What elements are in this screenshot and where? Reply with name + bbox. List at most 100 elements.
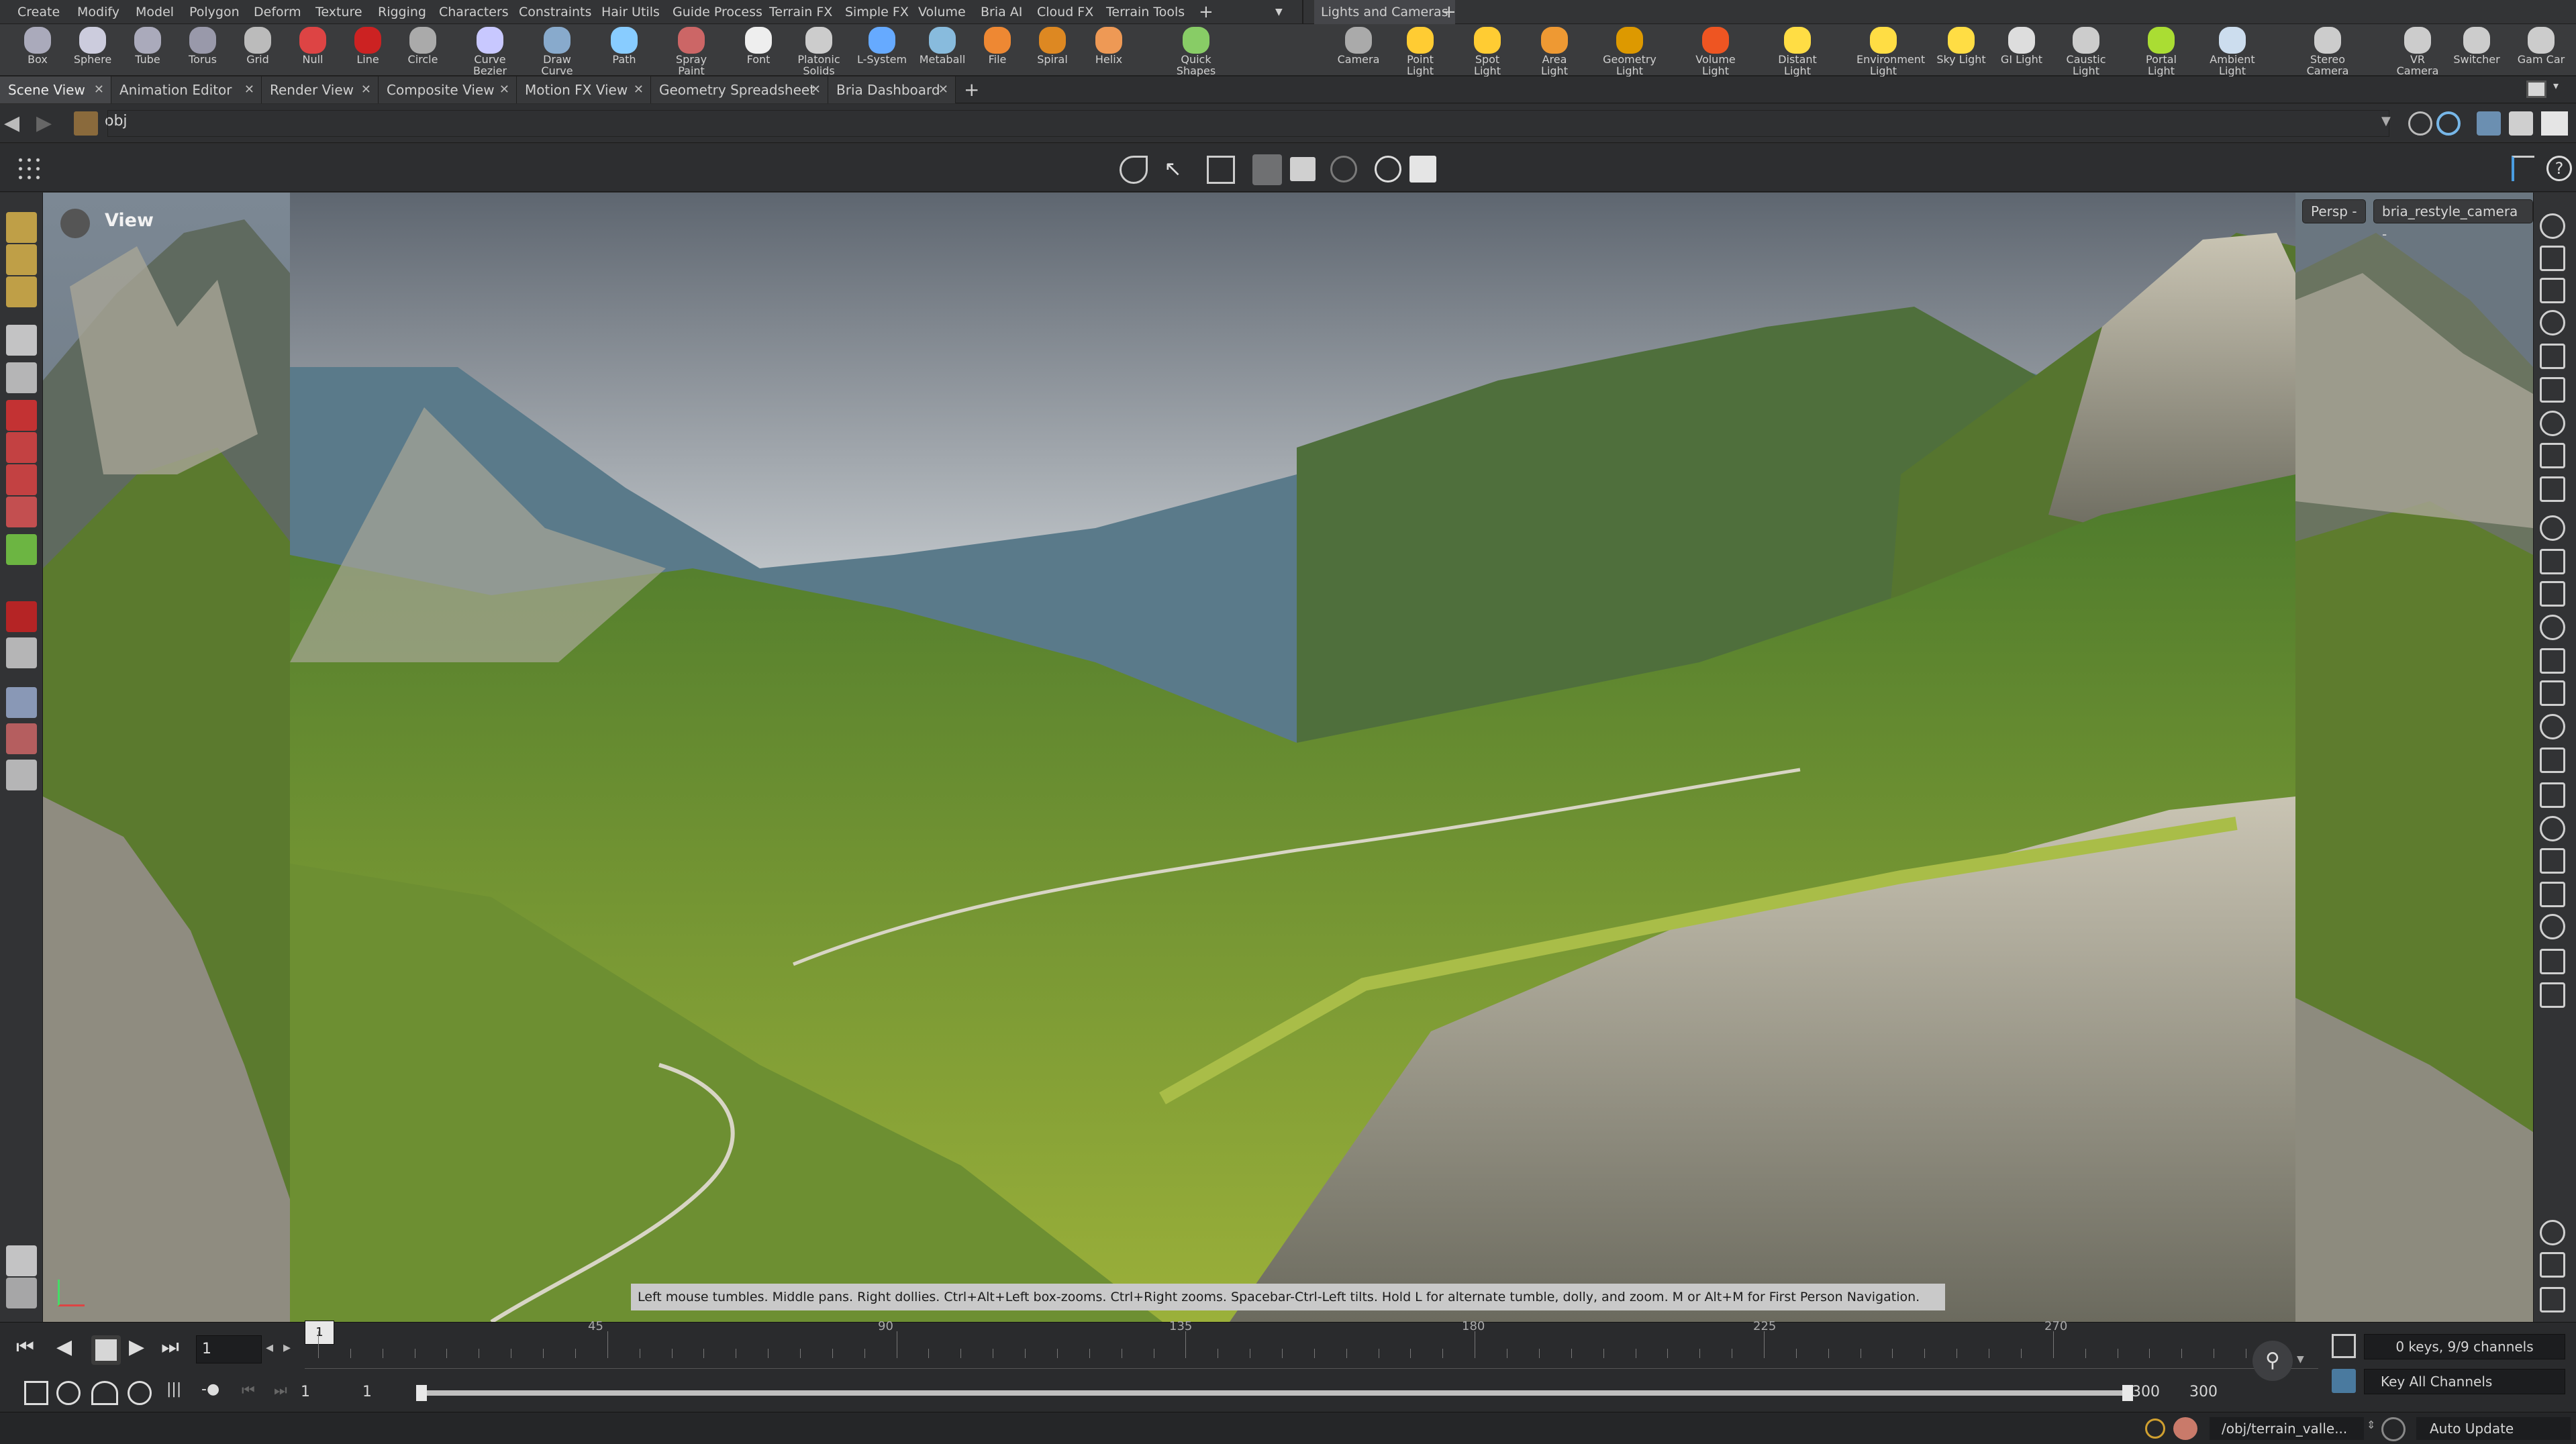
shelf-tool-camera[interactable]: Camera [1332,24,1385,76]
shelf-tool-portal-light[interactable]: Portal Light [2134,24,2188,76]
frame-icon[interactable] [1207,156,1235,184]
shelf-tool-helix[interactable]: Helix [1082,24,1136,76]
menu-terrain-tools[interactable]: Terrain Tools [1106,0,1185,24]
display-options-menu-icon[interactable] [2512,156,2534,181]
render-icon[interactable] [2540,344,2565,369]
shelf-tool-l-system[interactable]: L-System [855,24,909,76]
shelf-tool-spray-paint[interactable]: Spray Paint [664,24,718,76]
shelf-tool-volume-light[interactable]: Volume Light [1689,24,1742,76]
shelf-tool-spot-light[interactable]: Spot Light [1460,24,1514,76]
range-slider-start-handle[interactable] [416,1385,427,1401]
link-icon[interactable] [2436,111,2461,136]
move-tool-icon[interactable] [6,400,37,431]
map-display-icon[interactable] [2540,848,2565,874]
range-end-field[interactable]: 300 [2132,1378,2179,1406]
menu-rigging[interactable]: Rigging [378,0,426,24]
close-icon[interactable]: ✕ [94,76,104,103]
grid-display-icon[interactable] [2540,443,2565,468]
view-menu-icon[interactable] [60,209,90,238]
shelf-tool-quick-shapes[interactable]: Quick Shapes [1169,24,1223,76]
close-icon[interactable]: ✕ [634,76,644,103]
handle-tool-icon[interactable] [6,212,37,243]
step-forward-icon[interactable]: ▸ [283,1339,291,1356]
key-all-icon[interactable] [2332,1369,2356,1393]
shelf-tool-gam-car[interactable]: Gam Car [2514,24,2568,76]
fill-display-icon[interactable] [2540,648,2565,674]
menu-simple-fx[interactable]: Simple FX [845,0,909,24]
persp-menu[interactable]: Persp - [2302,199,2366,223]
background-display-icon[interactable] [2540,949,2565,974]
persp-tool-icon[interactable] [6,760,37,790]
add-shelf-tab-icon[interactable]: + [1199,0,1213,24]
camera-settings-icon[interactable] [1375,156,1401,183]
checker-icon[interactable] [2540,782,2565,808]
menu-bria-ai[interactable]: Bria AI [981,0,1022,24]
rotate-tool-icon[interactable] [6,432,37,463]
shelf-tool-path[interactable]: Path [597,24,651,76]
audio-icon[interactable] [56,1381,81,1405]
step-back-icon[interactable]: ◂ [266,1339,273,1356]
close-icon[interactable]: ✕ [361,76,371,103]
step-icon[interactable]: ||| [166,1381,193,1405]
shelf-tool-font[interactable]: Font [732,24,785,76]
path-stepper-icon[interactable]: ⇕ [2367,1419,2375,1431]
close-icon[interactable]: ✕ [244,76,254,103]
brain-icon[interactable] [2173,1417,2197,1440]
texture-display-icon[interactable] [2540,816,2565,841]
light-icon[interactable] [2540,377,2565,403]
record-icon[interactable] [1330,156,1357,183]
shelf-tool-environment-light[interactable]: Environment Light [1856,24,1925,76]
range-slider[interactable] [419,1390,2126,1396]
keys-status[interactable]: 0 keys, 9/9 channels [2364,1334,2565,1359]
display-options-icon[interactable] [2509,111,2533,136]
playhead[interactable]: 1 [305,1321,334,1345]
back-arrow-icon[interactable]: ◀ [4,111,19,135]
key-dropdown-icon[interactable]: ▼ [2297,1354,2304,1365]
go-to-end-icon[interactable]: ⏭ [161,1335,191,1365]
shelf-tool-geometry-light[interactable]: Geometry Light [1603,24,1656,76]
tab-bria-dashboard[interactable]: Bria Dashboard ✕ [828,76,956,103]
menu-terrain-fx[interactable]: Terrain FX [769,0,832,24]
auto-update-menu[interactable]: Auto Update [2416,1417,2571,1440]
tumble-icon[interactable] [1120,156,1148,184]
scene-viewport[interactable]: View Persp - bria_restyle_camera - Left … [43,193,2533,1322]
menu-create[interactable]: Create [17,0,60,24]
go-to-start-icon[interactable]: ⏮ [16,1335,46,1365]
shelf-tool-line[interactable]: Line [341,24,395,76]
ghost-icon[interactable] [2540,310,2565,336]
snapshot-icon[interactable] [1252,154,1282,185]
status-path[interactable]: /obj/terrain_valle... [2210,1417,2364,1440]
menu-model[interactable]: Model [136,0,174,24]
range-end2-field[interactable]: 300 [2189,1378,2250,1406]
play-reverse-icon[interactable]: ◀ [56,1335,86,1365]
stop-button[interactable] [91,1335,121,1365]
brush-tool-icon[interactable] [6,244,37,275]
current-frame-field[interactable]: 1 [196,1335,262,1363]
select-arrow-icon[interactable] [6,325,37,356]
settings-gear-icon[interactable] [6,1278,37,1308]
grid-menu-icon[interactable] [16,156,43,183]
shelf-tool-area-light[interactable]: Area Light [1528,24,1581,76]
close-icon[interactable]: ✕ [811,76,821,103]
pan-icon[interactable]: ↖ [1164,156,1192,184]
shelf-tool-draw-curve[interactable]: Draw Curve [530,24,584,76]
tab-render-view[interactable]: Render View ✕ [262,76,379,103]
shelf-tool-gi-light[interactable]: GI Light [1995,24,2048,76]
tab-motion-fx-view[interactable]: Motion FX View ✕ [517,76,651,103]
visibility-eye-icon[interactable] [2540,1287,2565,1312]
menu-constraints[interactable]: Constraints [519,0,591,24]
menu-modify[interactable]: Modify [77,0,119,24]
snap-icon[interactable] [6,637,37,668]
add-pane-tab-icon[interactable]: + [956,76,987,103]
menu-characters[interactable]: Characters [439,0,509,24]
snap-icon[interactable]: -● [201,1381,228,1405]
snapshot-icon[interactable] [2540,411,2565,436]
pin-icon[interactable] [2408,111,2432,136]
path-field[interactable] [107,110,2389,137]
lock-camera-icon[interactable] [2540,278,2565,303]
shelf-tool-tube[interactable]: Tube [121,24,175,76]
tab-scene-view[interactable]: Scene View ✕ [0,76,111,103]
magnet-icon[interactable] [6,601,37,632]
normal-display-icon[interactable] [2540,549,2565,574]
tab-composite-view[interactable]: Composite View ✕ [379,76,517,103]
